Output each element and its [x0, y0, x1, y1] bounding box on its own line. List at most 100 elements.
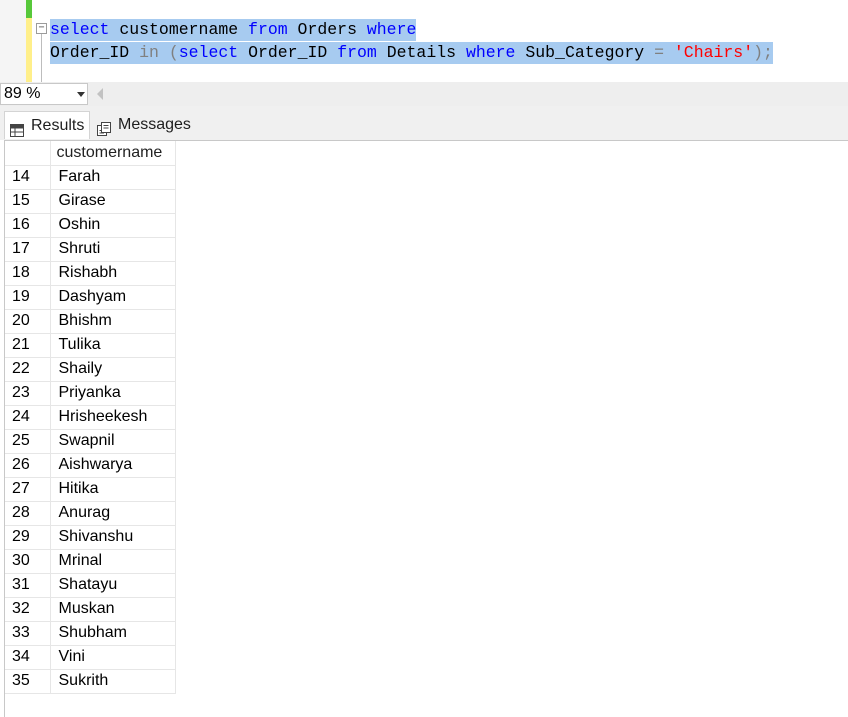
table-row[interactable]: 25 Swapnil — [5, 429, 176, 454]
tab-messages-label: Messages — [118, 116, 191, 133]
row-number[interactable]: 17 — [5, 237, 51, 262]
row-number[interactable]: 24 — [5, 405, 51, 430]
cell-customername[interactable]: Oshin — [50, 213, 176, 238]
tab-results[interactable]: Results — [4, 111, 90, 139]
table-header-row: customername — [5, 141, 176, 166]
cell-customername[interactable]: Hitika — [50, 477, 176, 502]
cell-customername[interactable]: Priyanka — [50, 381, 176, 406]
row-number[interactable]: 20 — [5, 309, 51, 334]
cell-customername[interactable]: Bhishm — [50, 309, 176, 334]
table-row[interactable]: 35 Sukrith — [5, 669, 176, 694]
saved-change-marker — [26, 0, 32, 18]
cell-customername[interactable]: Shruti — [50, 237, 176, 262]
row-number[interactable]: 18 — [5, 261, 51, 286]
cell-customername[interactable]: Mrinal — [50, 549, 176, 574]
row-number[interactable]: 28 — [5, 501, 51, 526]
table-row[interactable]: 27 Hitika — [5, 477, 176, 502]
cell-customername[interactable]: Hrisheekesh — [50, 405, 176, 430]
row-number[interactable]: 29 — [5, 525, 51, 550]
cell-customername[interactable]: Vini — [50, 645, 176, 670]
code-line-1[interactable]: select customername from Orders where — [50, 19, 417, 41]
table-row[interactable]: 23 Priyanka — [5, 381, 176, 406]
cell-customername[interactable]: Shivanshu — [50, 525, 176, 550]
row-number[interactable]: 19 — [5, 285, 51, 310]
outline-guide-line — [41, 34, 42, 82]
table-row[interactable]: 24 Hrisheekesh — [5, 405, 176, 430]
cell-customername[interactable]: Rishabh — [50, 261, 176, 286]
code-token: from — [337, 43, 377, 62]
table-row[interactable]: 31 Shatayu — [5, 573, 176, 598]
table-row[interactable]: 33 Shubham — [5, 621, 176, 646]
row-number[interactable]: 21 — [5, 333, 51, 358]
cell-customername[interactable]: Swapnil — [50, 429, 176, 454]
cell-customername[interactable]: Girase — [50, 189, 176, 214]
code-token: Order_ID — [238, 43, 338, 62]
code-line-2[interactable]: Order_ID in (select Order_ID from Detail… — [50, 42, 773, 64]
cell-customername[interactable]: Muskan — [50, 597, 176, 622]
code-token: from — [248, 20, 288, 39]
cell-customername[interactable]: Dashyam — [50, 285, 176, 310]
collapse-icon[interactable]: − — [36, 23, 47, 34]
scroll-left-icon[interactable] — [97, 88, 103, 100]
row-number[interactable]: 35 — [5, 669, 51, 694]
code-token: Sub_Category — [515, 43, 655, 62]
cell-customername[interactable]: Tulika — [50, 333, 176, 358]
table-row[interactable]: 18 Rishabh — [5, 261, 176, 286]
table-row[interactable]: 17 Shruti — [5, 237, 176, 262]
cell-customername[interactable]: Shubham — [50, 621, 176, 646]
code-token: 'Chairs' — [673, 43, 754, 62]
code-token: ( — [158, 43, 179, 62]
results-table: customername 14 Farah 15 Girase 16 Oshin 17 Shr… — [5, 141, 176, 694]
zoom-dropdown[interactable]: 89 % — [0, 83, 88, 105]
row-number[interactable]: 27 — [5, 477, 51, 502]
row-number[interactable]: 33 — [5, 621, 51, 646]
code-token: customername — [109, 20, 249, 39]
code-token: Details — [376, 43, 466, 62]
code-token: = — [654, 43, 664, 62]
cell-customername[interactable]: Sukrith — [50, 669, 176, 694]
column-header-customername[interactable]: customername — [50, 141, 176, 166]
table-row[interactable]: 20 Bhishm — [5, 309, 176, 334]
cell-customername[interactable]: Shatayu — [50, 573, 176, 598]
table-row[interactable]: 28 Anurag — [5, 501, 176, 526]
row-number[interactable]: 14 — [5, 165, 51, 190]
row-number[interactable]: 31 — [5, 573, 51, 598]
zoom-bar: 89 % — [0, 82, 848, 106]
table-row[interactable]: 26 Aishwarya — [5, 453, 176, 478]
cell-customername[interactable]: Aishwarya — [50, 453, 176, 478]
zoom-value: 89 % — [4, 85, 41, 102]
table-row[interactable]: 19 Dashyam — [5, 285, 176, 310]
row-number[interactable]: 34 — [5, 645, 51, 670]
tab-results-label: Results — [31, 117, 85, 134]
table-row[interactable]: 30 Mrinal — [5, 549, 176, 574]
table-row[interactable]: 15 Girase — [5, 189, 176, 214]
code-token: Order_ID — [50, 43, 140, 62]
table-row[interactable]: 16 Oshin — [5, 213, 176, 238]
table-row[interactable]: 34 Vini — [5, 645, 176, 670]
cell-customername[interactable]: Farah — [50, 165, 176, 190]
row-number[interactable]: 15 — [5, 189, 51, 214]
result-tabs: Results Messages — [0, 106, 848, 140]
row-number[interactable]: 26 — [5, 453, 51, 478]
row-number[interactable]: 22 — [5, 357, 51, 382]
results-grid[interactable]: customername 14 Farah 15 Girase 16 Oshin 17 Shr… — [4, 140, 848, 717]
row-number[interactable]: 30 — [5, 549, 51, 574]
table-row[interactable]: 21 Tulika — [5, 333, 176, 358]
table-row[interactable]: 32 Muskan — [5, 597, 176, 622]
chevron-down-icon[interactable] — [77, 92, 85, 97]
tab-messages[interactable]: Messages — [92, 111, 196, 139]
cell-customername[interactable]: Anurag — [50, 501, 176, 526]
table-row[interactable]: 22 Shaily — [5, 357, 176, 382]
row-number-header[interactable] — [5, 141, 51, 166]
cell-customername[interactable]: Shaily — [50, 357, 176, 382]
table-row[interactable]: 14 Farah — [5, 165, 176, 190]
table-row[interactable]: 29 Shivanshu — [5, 525, 176, 550]
row-number[interactable]: 32 — [5, 597, 51, 622]
code-token: ); — [753, 43, 773, 62]
query-editor[interactable]: − select customername from Orders where … — [0, 0, 848, 82]
row-number[interactable]: 25 — [5, 429, 51, 454]
code-token: where — [366, 20, 417, 39]
code-token: select — [178, 43, 239, 62]
row-number[interactable]: 23 — [5, 381, 51, 406]
row-number[interactable]: 16 — [5, 213, 51, 238]
